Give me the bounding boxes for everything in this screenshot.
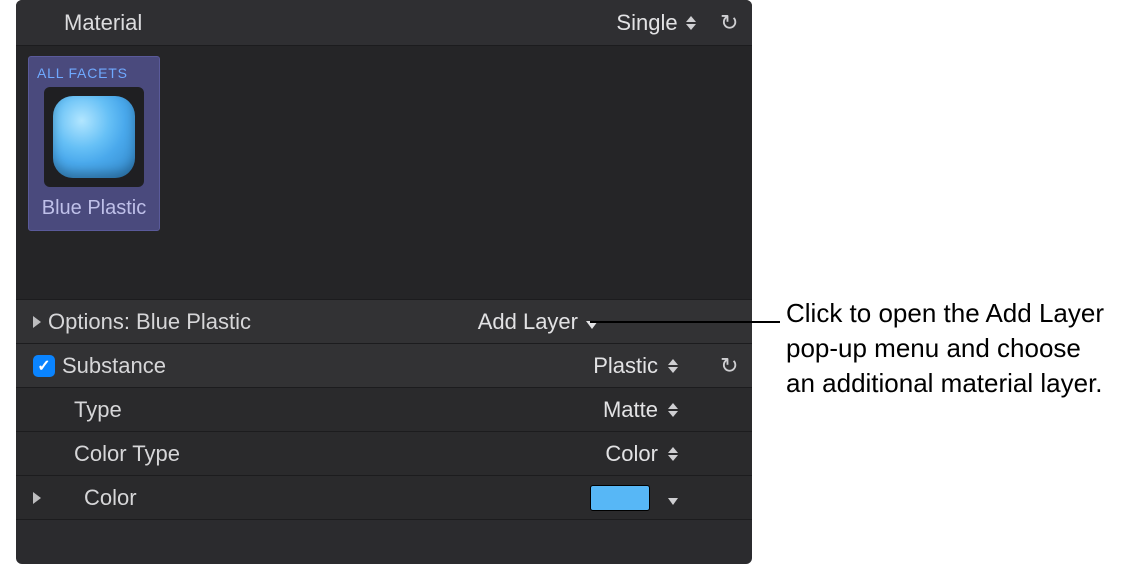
color-well-control[interactable] [590, 485, 678, 511]
type-value: Matte [603, 397, 658, 423]
facet-preview [44, 87, 144, 187]
facet-material-name: Blue Plastic [42, 197, 147, 220]
facets-well: ALL FACETS Blue Plastic [16, 46, 752, 300]
color-type-label: Color Type [26, 441, 605, 467]
updown-icon [668, 447, 678, 461]
updown-icon [686, 16, 696, 30]
material-mode-value: Single [616, 10, 677, 36]
substance-label: Substance [62, 353, 593, 379]
chevron-down-icon [660, 485, 678, 511]
reset-icon[interactable]: ↺ [720, 353, 738, 379]
substance-checkbox[interactable]: ✓ [33, 355, 55, 377]
disclosure-icon[interactable] [26, 492, 48, 504]
facet-tab-label: ALL FACETS [35, 63, 153, 87]
substance-popup[interactable]: Plastic [593, 353, 678, 379]
color-label: Color [48, 485, 590, 511]
add-layer-label: Add Layer [478, 309, 578, 335]
color-swatch[interactable] [590, 485, 650, 511]
type-popup[interactable]: Matte [603, 397, 678, 423]
substance-row: ✓ Substance Plastic ↺ [16, 344, 752, 388]
type-label: Type [26, 397, 603, 423]
disclosure-icon[interactable] [26, 316, 48, 328]
reset-icon[interactable]: ↺ [720, 10, 738, 36]
substance-value: Plastic [593, 353, 658, 379]
updown-icon [668, 403, 678, 417]
color-row: Color [16, 476, 752, 520]
options-label: Options: Blue Plastic [48, 309, 478, 335]
facet-tile-all-facets[interactable]: ALL FACETS Blue Plastic [28, 56, 160, 231]
facet-preview-swatch [53, 96, 135, 178]
color-type-row: Color Type Color [16, 432, 752, 476]
color-type-popup[interactable]: Color [605, 441, 678, 467]
material-header: Material Single ↺ [16, 0, 752, 46]
type-row: Type Matte [16, 388, 752, 432]
color-type-value: Color [605, 441, 658, 467]
material-inspector-panel: Material Single ↺ ALL FACETS Blue Plasti… [16, 0, 752, 564]
material-mode-popup[interactable]: Single [616, 10, 695, 36]
callout-text: Click to open the Add Layer pop-up menu … [786, 296, 1116, 401]
updown-icon [668, 359, 678, 373]
callout-leader-line [590, 321, 780, 323]
material-title: Material [64, 10, 616, 36]
